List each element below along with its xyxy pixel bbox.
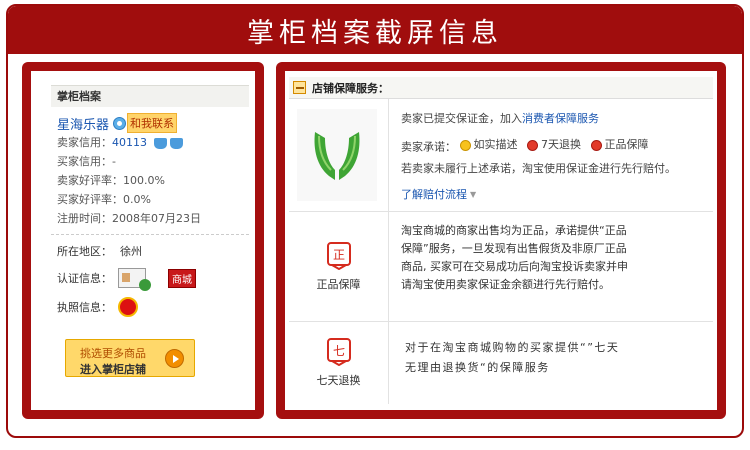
guarantee-content: 店铺保障服务： 卖家已提交保证金，加入消费者保障服务 卖家承诺： 如实描述 7天… [285,71,717,410]
calendar-icon [293,81,306,94]
promise-accurate-label: 如实描述 [473,138,518,151]
guarantee-panel: 店铺保障服务： 卖家已提交保证金，加入消费者保障服务 卖家承诺： 如实描述 7天… [276,62,726,419]
cert-label: 认证信息： [57,272,112,285]
genuine-guarantee-icon [590,139,602,151]
arrow-right-icon [165,349,184,368]
consumer-protection-link[interactable]: 消费者保障服务 [522,112,599,125]
deposit-text: 卖家已提交保证金，加入 [401,112,522,125]
region-label: 所在地区： [57,245,112,258]
seven-day-badge-char: 七 [332,344,344,358]
learn-link-text: 了解赔付流程 [401,188,467,201]
accurate-description-icon [459,139,471,151]
license-label: 执照信息： [57,301,112,314]
consumer-protection-row: 卖家已提交保证金，加入消费者保障服务 卖家承诺： 如实描述 7天退换 正品保障 … [289,99,713,212]
promise-7day-label: 7天退换 [541,138,581,151]
promise-7day[interactable]: 7天退换 [527,135,581,155]
learn-line: 了解赔付流程 ▼ [401,185,713,205]
return-line: 对于在淘宝商城购物的买家提供“”七天 [405,341,620,354]
genuine-text-cell: 淘宝商城的商家出售均为正品，承诺提供“正品 保障”服务，一旦发现有出售假货及非原… [389,212,713,321]
license-row: 执照信息： [57,293,255,321]
fallback-text: 若卖家未履行上述承诺，淘宝使用保证金进行先行赔付。 [401,162,676,175]
crown-icon [169,137,183,149]
id-verified-icon[interactable] [118,268,151,291]
return-icon-cell: 七 七天退换 [289,322,389,404]
seller-name-row: 星海乐器 和我联系 [57,113,249,133]
region-row: 所在地区： 徐州 [57,239,255,263]
return-label: 七天退换 [316,374,361,387]
seller-name-link[interactable]: 星海乐器 [57,114,109,133]
promise-label: 卖家承诺： [401,140,456,154]
mall-badge[interactable]: 商城 [168,268,196,288]
seller-profile-content: 掌柜档案 星海乐器 和我联系 卖家信用：40113 买家信用：- 卖家好评率：1… [31,71,255,410]
buyer-good-rate: 买家好评率：0.0% [57,193,151,206]
promise-genuine-label: 正品保障 [604,138,649,151]
return-line: 无理由退换货“的保障服务 [405,361,550,374]
genuine-line: 请淘宝使用卖家保证金余额进行先行赔付。 [401,278,610,291]
chevron-down-icon: ▼ [470,190,477,199]
buyer-credit-label: 买家信用： [57,155,112,168]
seller-profile-panel: 掌柜档案 星海乐器 和我联系 卖家信用：40113 买家信用：- 卖家好评率：1… [22,62,264,419]
region-value: 徐州 [120,245,142,258]
title-banner: 掌柜档案截屏信息 [8,6,742,54]
learn-compensation-link[interactable]: 了解赔付流程 ▼ [401,185,476,205]
guarantee-header-text: 店铺保障服务： [312,81,389,95]
protection-image-cell [289,99,389,211]
seller-credit-value[interactable]: 40113 [112,136,147,149]
buyer-credit-value: - [112,155,116,168]
seller-credit-line: 卖家信用：40113 [57,133,249,152]
genuine-line: 淘宝商城的商家出售均为正品，承诺提供“正品 [401,224,627,237]
genuine-icon-cell: 正 正品保障 [289,212,389,321]
contact-ww-icon[interactable] [113,116,127,130]
promise-genuine[interactable]: 正品保障 [590,135,649,155]
genuine-badge-char: 正 [332,248,344,262]
crown-icon [153,137,167,149]
protection-text-cell: 卖家已提交保证金，加入消费者保障服务 卖家承诺： 如实描述 7天退换 正品保障 … [389,99,713,211]
buyer-credit-line: 买家信用：- [57,152,249,171]
seller-credit-label: 卖家信用： [57,136,112,149]
deposit-line: 卖家已提交保证金，加入消费者保障服务 [401,109,713,129]
seller-good-rate: 卖家好评率：100.0% [57,174,165,187]
genuine-line: 商品, 买家可在交易成功后向淘宝投诉卖家并申 [401,260,628,273]
seven-day-badge-icon: 七 [326,338,352,366]
guarantee-header: 店铺保障服务： [289,77,713,99]
genuine-line: 保障”服务，一旦发现有出售假货及非原厂正品 [401,242,627,255]
genuine-label: 正品保障 [316,277,361,291]
genuine-badge-icon: 正 [326,241,352,270]
register-time: 注册时间：2008年07月23日 [57,212,201,225]
seller-rating-block: 星海乐器 和我联系 卖家信用：40113 买家信用：- 卖家好评率：100.0%… [51,107,249,235]
profile-section-title: 掌柜档案 [51,85,249,107]
promise-line: 卖家承诺： 如实描述 7天退换 正品保障 [401,135,713,155]
certification-row: 认证信息： 商城 [57,263,255,293]
seven-day-return-icon [527,139,538,151]
enter-shop-button[interactable]: 挑选更多商品 进入掌柜店铺 [65,339,195,377]
business-license-icon[interactable] [118,297,138,317]
promise-accurate[interactable]: 如实描述 [459,135,518,155]
return-text-cell: 对于在淘宝商城购物的买家提供“”七天 无理由退换货“的保障服务 [389,322,713,404]
protecting-hands-icon [297,109,377,201]
contact-seller-button[interactable]: 和我联系 [127,113,178,133]
banner-title: 掌柜档案截屏信息 [247,17,503,49]
genuine-guarantee-row: 正 正品保障 淘宝商城的商家出售均为正品，承诺提供“正品 保障”服务，一旦发现有… [289,212,713,322]
seven-day-return-row: 七 七天退换 对于在淘宝商城购物的买家提供“”七天 无理由退换货“的保障服务 [289,322,713,404]
